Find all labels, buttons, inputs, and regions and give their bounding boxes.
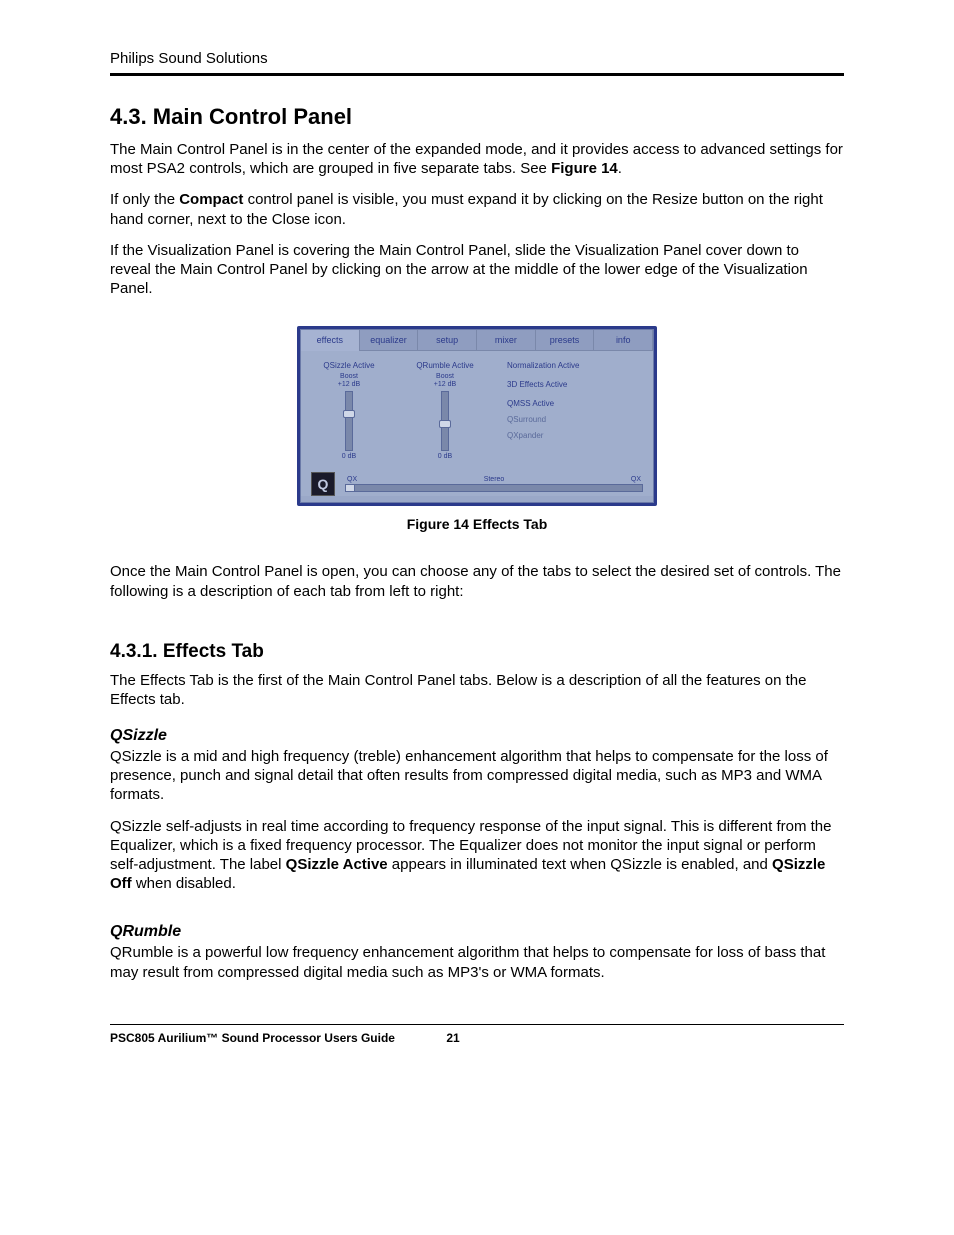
- slider-thumb[interactable]: [439, 420, 451, 428]
- tab-equalizer[interactable]: equalizer: [360, 330, 419, 351]
- q-logo-icon: Q: [311, 472, 335, 496]
- 3d-effects-status[interactable]: 3D Effects Active: [507, 380, 639, 389]
- page-footer: PSC805 Aurilium™ Sound Processor Users G…: [110, 1031, 844, 1045]
- paragraph: If the Visualization Panel is covering t…: [110, 241, 844, 299]
- feature-heading-qsizzle: QSizzle: [110, 727, 844, 745]
- header-rule: [110, 73, 844, 76]
- tab-info[interactable]: info: [594, 330, 653, 351]
- tab-mixer[interactable]: mixer: [477, 330, 536, 351]
- tab-presets[interactable]: presets: [536, 330, 595, 351]
- text: appears in illuminated text when QSizzle…: [388, 856, 772, 873]
- qrumble-boost-label: Boost: [411, 373, 479, 380]
- slider-thumb[interactable]: [343, 410, 355, 418]
- tab-setup[interactable]: setup: [418, 330, 477, 351]
- qsizzle-boost-label: Boost: [315, 373, 383, 380]
- section-heading-effects-tab: 4.3.1. Effects Tab: [110, 641, 844, 663]
- footer-doc-title: PSC805 Aurilium™ Sound Processor Users G…: [110, 1031, 395, 1045]
- qxpander-option[interactable]: QXpander: [507, 431, 639, 440]
- qrumble-status: QRumble Active: [411, 361, 479, 370]
- qsizzle-max-label: +12 dB: [315, 381, 383, 388]
- qsizzle-active-ref: QSizzle Active: [286, 856, 388, 873]
- footer-rule: [110, 1024, 844, 1025]
- tab-bar: effects equalizer setup mixer presets in…: [301, 330, 653, 351]
- text: .: [618, 160, 622, 177]
- qx-right-label: QX: [631, 476, 641, 483]
- qsizzle-status: QSizzle Active: [315, 361, 383, 370]
- qx-left-label: QX: [347, 476, 357, 483]
- qrumble-slider[interactable]: [441, 391, 449, 451]
- qrumble-zero-label: 0 dB: [411, 453, 479, 460]
- control-panel: effects equalizer setup mixer presets in…: [297, 326, 657, 506]
- text: The Main Control Panel is in the center …: [110, 141, 843, 177]
- paragraph: QRumble is a powerful low frequency enha…: [110, 943, 844, 981]
- qsizzle-slider[interactable]: [345, 391, 353, 451]
- paragraph: If only the Compact control panel is vis…: [110, 190, 844, 228]
- stereo-control: QX Stereo QX: [345, 476, 643, 492]
- tab-effects[interactable]: effects: [301, 330, 360, 351]
- figure-ref: Figure 14: [551, 160, 618, 177]
- feature-heading-qrumble: QRumble: [110, 923, 844, 941]
- qmss-option[interactable]: QMSS Active: [507, 399, 639, 408]
- paragraph: The Effects Tab is the first of the Main…: [110, 671, 844, 709]
- footer-page-number: 21: [446, 1031, 459, 1045]
- qrumble-control: QRumble Active Boost +12 dB 0 dB: [411, 361, 479, 460]
- qsurround-option[interactable]: QSurround: [507, 415, 639, 424]
- qrumble-max-label: +12 dB: [411, 381, 479, 388]
- figure-14: effects equalizer setup mixer presets in…: [110, 326, 844, 532]
- compact-ref: Compact: [179, 191, 243, 208]
- text: when disabled.: [132, 875, 236, 892]
- paragraph: QSizzle is a mid and high frequency (tre…: [110, 747, 844, 805]
- stereo-label: Stereo: [484, 476, 505, 483]
- normalization-status[interactable]: Normalization Active: [507, 361, 639, 370]
- effects-options: Normalization Active 3D Effects Active Q…: [507, 361, 639, 460]
- paragraph: QSizzle self-adjusts in real time accord…: [110, 817, 844, 894]
- paragraph: Once the Main Control Panel is open, you…: [110, 562, 844, 600]
- section-heading-main-control-panel: 4.3. Main Control Panel: [110, 104, 844, 130]
- qsizzle-zero-label: 0 dB: [315, 453, 383, 460]
- paragraph: The Main Control Panel is in the center …: [110, 140, 844, 178]
- page-header: Philips Sound Solutions: [110, 50, 844, 67]
- figure-caption: Figure 14 Effects Tab: [110, 516, 844, 532]
- qsizzle-control: QSizzle Active Boost +12 dB 0 dB: [315, 361, 383, 460]
- stereo-slider[interactable]: [345, 484, 643, 492]
- text: If only the: [110, 191, 179, 208]
